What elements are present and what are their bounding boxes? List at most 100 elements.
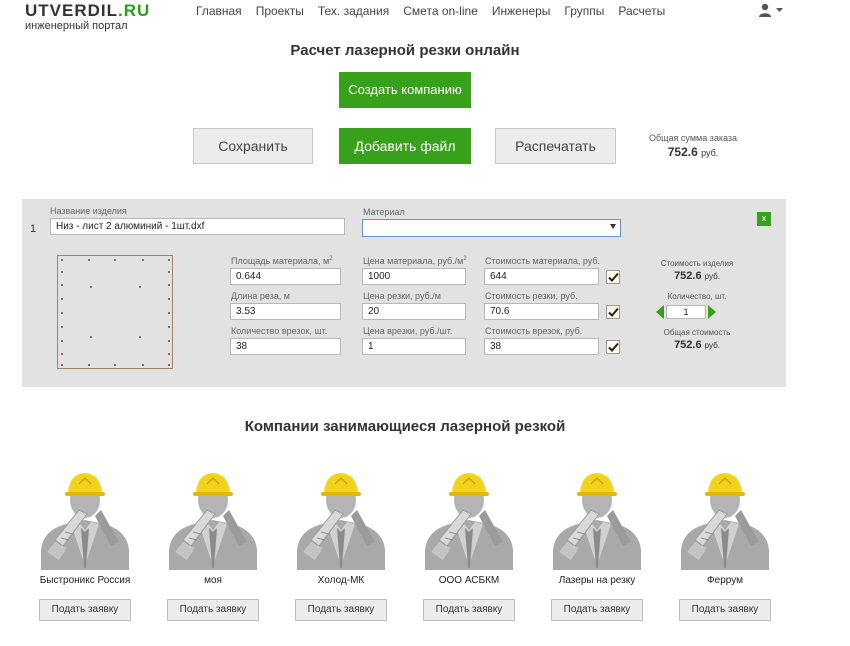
preview-point	[114, 259, 116, 261]
preview-point	[168, 271, 170, 273]
material-price-input[interactable]: 1000	[362, 268, 466, 285]
order-total: Общая сумма заказа 752.6 руб.	[640, 133, 746, 159]
preview-point	[168, 312, 170, 314]
site-logo[interactable]: UTVERDIL.RU инженерный портал	[25, 1, 151, 33]
company-name[interactable]: Холод-МК	[277, 575, 405, 586]
company-name[interactable]: Феррум	[661, 575, 789, 586]
preview-point	[168, 259, 170, 261]
preview-point	[61, 312, 63, 314]
checkmark-icon	[608, 342, 619, 352]
order-total-label: Общая сумма заказа	[648, 133, 738, 143]
preview-point	[88, 364, 90, 366]
pierce-cost-checkbox[interactable]	[606, 340, 620, 354]
company-avatar[interactable]	[405, 470, 533, 570]
nav-item-calculations[interactable]: Расчеты	[618, 4, 665, 18]
quantity-stepper: 1	[656, 305, 716, 319]
material-cost-label: Стоимость материала, руб.	[485, 256, 601, 266]
nav-item-groups[interactable]: Группы	[564, 4, 604, 18]
decrease-arrow-icon[interactable]	[656, 305, 664, 319]
preview-point	[61, 353, 63, 355]
apply-button[interactable]: Подать заявку	[39, 599, 131, 621]
preview-point	[168, 340, 170, 342]
pierce-count-input[interactable]: 38	[230, 338, 341, 355]
user-icon	[759, 3, 771, 17]
preview-point	[168, 326, 170, 328]
preview-point	[61, 298, 63, 300]
checkmark-icon	[608, 272, 619, 282]
company-avatar[interactable]	[277, 470, 405, 570]
checkmark-icon	[608, 307, 619, 317]
item-name-label: Название изделия	[50, 206, 127, 216]
area-input[interactable]: 0.644	[230, 268, 341, 285]
cut-cost-input[interactable]: 70.6	[484, 303, 599, 320]
preview-point	[139, 286, 141, 288]
cut-cost-checkbox[interactable]	[606, 305, 620, 319]
preview-point	[114, 364, 116, 366]
quantity-label: Количество, шт.	[667, 292, 727, 301]
company-avatar[interactable]	[533, 470, 661, 570]
total-cost-value: 752.6 руб.	[674, 339, 720, 351]
nav-item-engineers[interactable]: Инженеры	[492, 4, 551, 18]
add-file-button[interactable]: Добавить файл	[339, 128, 471, 164]
preview-point	[61, 259, 63, 261]
preview-point	[168, 284, 170, 286]
order-total-value: 752.6 руб.	[667, 145, 719, 159]
company-name[interactable]: ООО АСБКМ	[405, 575, 533, 586]
nav-item-projects[interactable]: Проекты	[256, 4, 304, 18]
company-avatar[interactable]	[21, 470, 149, 570]
cut-cost-label: Стоимость резки, руб.	[485, 291, 578, 301]
pierce-price-input[interactable]: 1	[362, 338, 466, 355]
preview-point	[90, 286, 92, 288]
nav-item-tech-tasks[interactable]: Тех. задания	[318, 4, 389, 18]
quantity-input[interactable]: 1	[666, 305, 706, 319]
main-nav: Главная Проекты Тех. задания Смета on-li…	[196, 4, 679, 18]
apply-button[interactable]: Подать заявку	[167, 599, 259, 621]
remove-item-button[interactable]: x	[757, 212, 771, 226]
total-cost-label: Общая стоимость	[663, 328, 731, 337]
save-button[interactable]: Сохранить	[193, 128, 313, 164]
user-menu[interactable]	[758, 3, 784, 17]
preview-point	[142, 259, 144, 261]
preview-point	[61, 284, 63, 286]
company-name[interactable]: Быстроникс Россия	[21, 575, 149, 586]
apply-button[interactable]: Подать заявку	[295, 599, 387, 621]
cut-length-input[interactable]: 3.53	[230, 303, 341, 320]
create-company-button[interactable]: Создать компанию	[339, 72, 471, 108]
company-avatar[interactable]	[149, 470, 277, 570]
item-cost: Стоимость изделия 752.6 руб.	[640, 259, 754, 282]
companies-title: Компании занимающиеся лазерной резкой	[244, 418, 566, 435]
chevron-down-icon	[776, 8, 783, 12]
area-label: Площадь материала, м2	[231, 256, 333, 266]
pierce-count-label: Количество врезок, шт.	[231, 326, 328, 336]
logo-text: UTVERDIL.RU	[25, 1, 151, 20]
item-number: 1	[30, 223, 37, 235]
pierce-cost-input[interactable]: 38	[484, 338, 599, 355]
company-name[interactable]: Лазеры на резку	[533, 575, 661, 586]
cut-length-label: Длина реза, м	[231, 291, 290, 301]
preview-point	[168, 298, 170, 300]
item-name-input[interactable]: Низ - лист 2 алюминий - 1шт.dxf	[50, 218, 345, 235]
preview-point	[88, 259, 90, 261]
preview-point	[168, 353, 170, 355]
material-cost-input[interactable]: 644	[484, 268, 599, 285]
apply-button[interactable]: Подать заявку	[551, 599, 643, 621]
apply-button[interactable]: Подать заявку	[423, 599, 515, 621]
nav-item-estimate[interactable]: Смета on-line	[403, 4, 478, 18]
company-name[interactable]: моя	[149, 575, 277, 586]
preview-point	[142, 364, 144, 366]
company-avatar[interactable]	[661, 470, 789, 570]
increase-arrow-icon[interactable]	[708, 305, 716, 319]
material-select[interactable]	[362, 219, 621, 237]
pierce-price-label: Цена врезки, руб./шт.	[363, 326, 453, 336]
print-button[interactable]: Распечатать	[495, 128, 616, 164]
dxf-preview	[57, 255, 173, 369]
item-panel: 1 Название изделия Низ - лист 2 алюминий…	[22, 199, 786, 387]
apply-button[interactable]: Подать заявку	[679, 599, 771, 621]
total-cost: Общая стоимость 752.6 руб.	[640, 328, 754, 351]
preview-point	[61, 271, 63, 273]
preview-point	[61, 364, 63, 366]
item-cost-label: Стоимость изделия	[660, 259, 734, 268]
material-cost-checkbox[interactable]	[606, 270, 620, 284]
cut-price-input[interactable]: 20	[362, 303, 466, 320]
nav-item-home[interactable]: Главная	[196, 4, 242, 18]
